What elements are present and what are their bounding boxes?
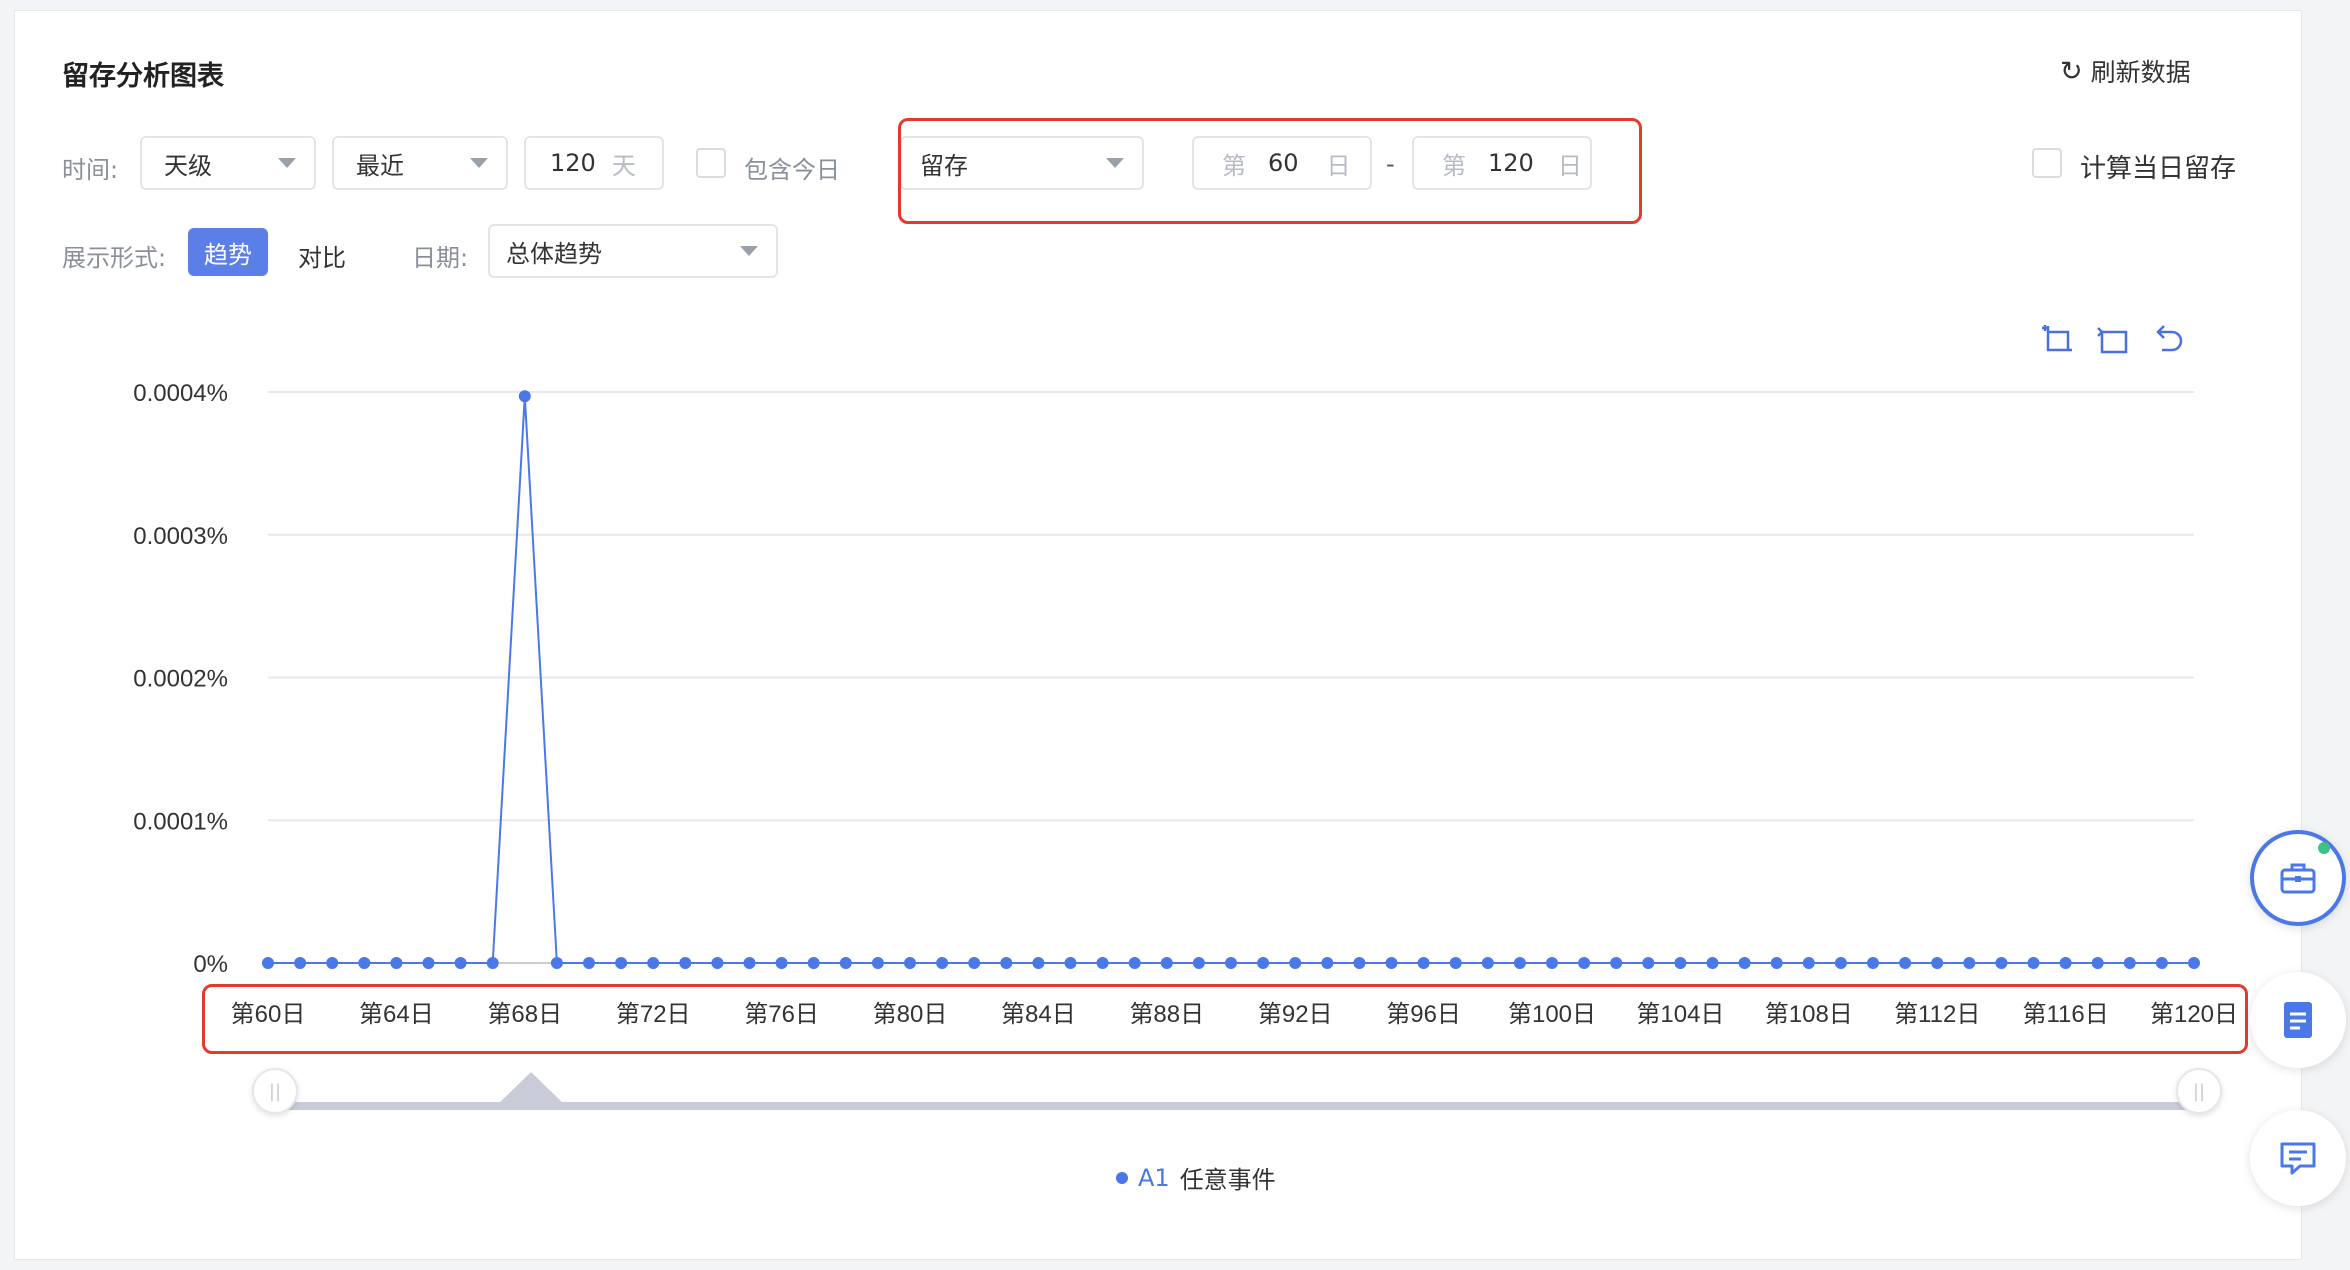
data-point bbox=[1899, 957, 1912, 969]
data-point bbox=[904, 957, 916, 969]
data-point bbox=[1385, 957, 1398, 969]
data-point bbox=[743, 957, 756, 969]
document-button[interactable] bbox=[2250, 972, 2346, 1068]
toolbox-icon bbox=[2280, 863, 2316, 894]
data-point bbox=[2091, 957, 2104, 969]
data-point bbox=[326, 957, 339, 969]
slider-peak-marker bbox=[496, 1072, 566, 1106]
highlight-x-axis bbox=[202, 984, 2248, 1054]
data-point bbox=[1225, 957, 1237, 969]
y-tick-label: 0% bbox=[193, 951, 228, 978]
data-point bbox=[839, 957, 852, 969]
data-point bbox=[1513, 957, 1526, 969]
retention-line-chart: 0.0004%0.0003%0.0002%0.0001%0%第60日 第64日 第6… bbox=[133, 380, 2238, 1028]
data-point bbox=[1706, 957, 1719, 969]
data-point bbox=[871, 957, 884, 969]
data-point bbox=[1546, 957, 1558, 969]
data-point bbox=[1257, 957, 1270, 969]
data-point bbox=[1160, 957, 1173, 969]
data-point bbox=[1834, 957, 1847, 969]
data-point bbox=[1000, 957, 1013, 969]
legend-series-label: 任意事件 bbox=[1179, 1166, 1276, 1194]
data-point bbox=[1128, 957, 1141, 969]
data-point bbox=[550, 957, 563, 969]
data-point bbox=[390, 957, 403, 969]
data-point bbox=[294, 957, 307, 969]
data-point bbox=[1578, 957, 1591, 969]
feedback-button[interactable] bbox=[2250, 1110, 2346, 1206]
data-point bbox=[358, 957, 371, 969]
y-tick-label: 0.0001% bbox=[133, 808, 228, 835]
data-point bbox=[1867, 957, 1879, 969]
data-point bbox=[2059, 957, 2072, 969]
slider-start-handle[interactable]: || bbox=[252, 1068, 298, 1114]
data-point bbox=[1642, 957, 1655, 969]
data-point bbox=[1032, 957, 1045, 969]
data-point bbox=[1417, 957, 1430, 969]
data-point bbox=[1064, 957, 1077, 969]
data-point bbox=[1802, 957, 1815, 969]
data-point bbox=[1353, 957, 1366, 969]
data-point bbox=[1610, 957, 1623, 969]
data-point bbox=[2123, 957, 2136, 969]
data-point bbox=[454, 957, 467, 969]
data-point bbox=[711, 957, 724, 969]
data-point bbox=[615, 957, 628, 969]
legend-series-id: A1 bbox=[1138, 1163, 1170, 1192]
data-point bbox=[518, 390, 531, 403]
data-point bbox=[1321, 957, 1334, 969]
data-point bbox=[262, 957, 274, 969]
data-point bbox=[775, 957, 788, 969]
chart-legend[interactable]: A1 任意事件 bbox=[1116, 1160, 1276, 1195]
data-point bbox=[2027, 957, 2040, 969]
data-point bbox=[679, 957, 692, 969]
data-point bbox=[1096, 957, 1109, 969]
data-point bbox=[1931, 957, 1944, 969]
data-point bbox=[807, 957, 820, 969]
data-point bbox=[968, 957, 981, 969]
data-point bbox=[1995, 957, 2008, 969]
y-tick-label: 0.0003% bbox=[133, 523, 228, 550]
data-point bbox=[1770, 957, 1783, 969]
document-icon bbox=[2284, 1002, 2312, 1038]
data-point bbox=[1192, 957, 1205, 969]
y-tick-label: 0.0004% bbox=[133, 380, 228, 407]
data-point bbox=[647, 957, 660, 969]
data-point bbox=[486, 957, 499, 969]
data-point bbox=[1963, 957, 1976, 969]
data-point bbox=[2188, 957, 2200, 969]
data-point bbox=[1481, 957, 1494, 969]
y-tick-label: 0.0002% bbox=[133, 666, 228, 693]
data-point bbox=[422, 957, 435, 969]
data-point bbox=[1289, 957, 1302, 969]
data-point bbox=[583, 957, 595, 969]
feedback-icon bbox=[2280, 1142, 2316, 1175]
legend-marker bbox=[1116, 1171, 1128, 1184]
slider-end-handle[interactable]: || bbox=[2176, 1068, 2222, 1114]
data-point bbox=[936, 957, 949, 969]
data-point bbox=[1449, 957, 1462, 969]
data-point bbox=[1738, 957, 1751, 969]
data-point bbox=[1674, 957, 1687, 969]
status-dot bbox=[2318, 842, 2330, 854]
toolbox-button[interactable] bbox=[2250, 830, 2346, 926]
data-point bbox=[2155, 957, 2168, 969]
series-line bbox=[268, 396, 2194, 964]
